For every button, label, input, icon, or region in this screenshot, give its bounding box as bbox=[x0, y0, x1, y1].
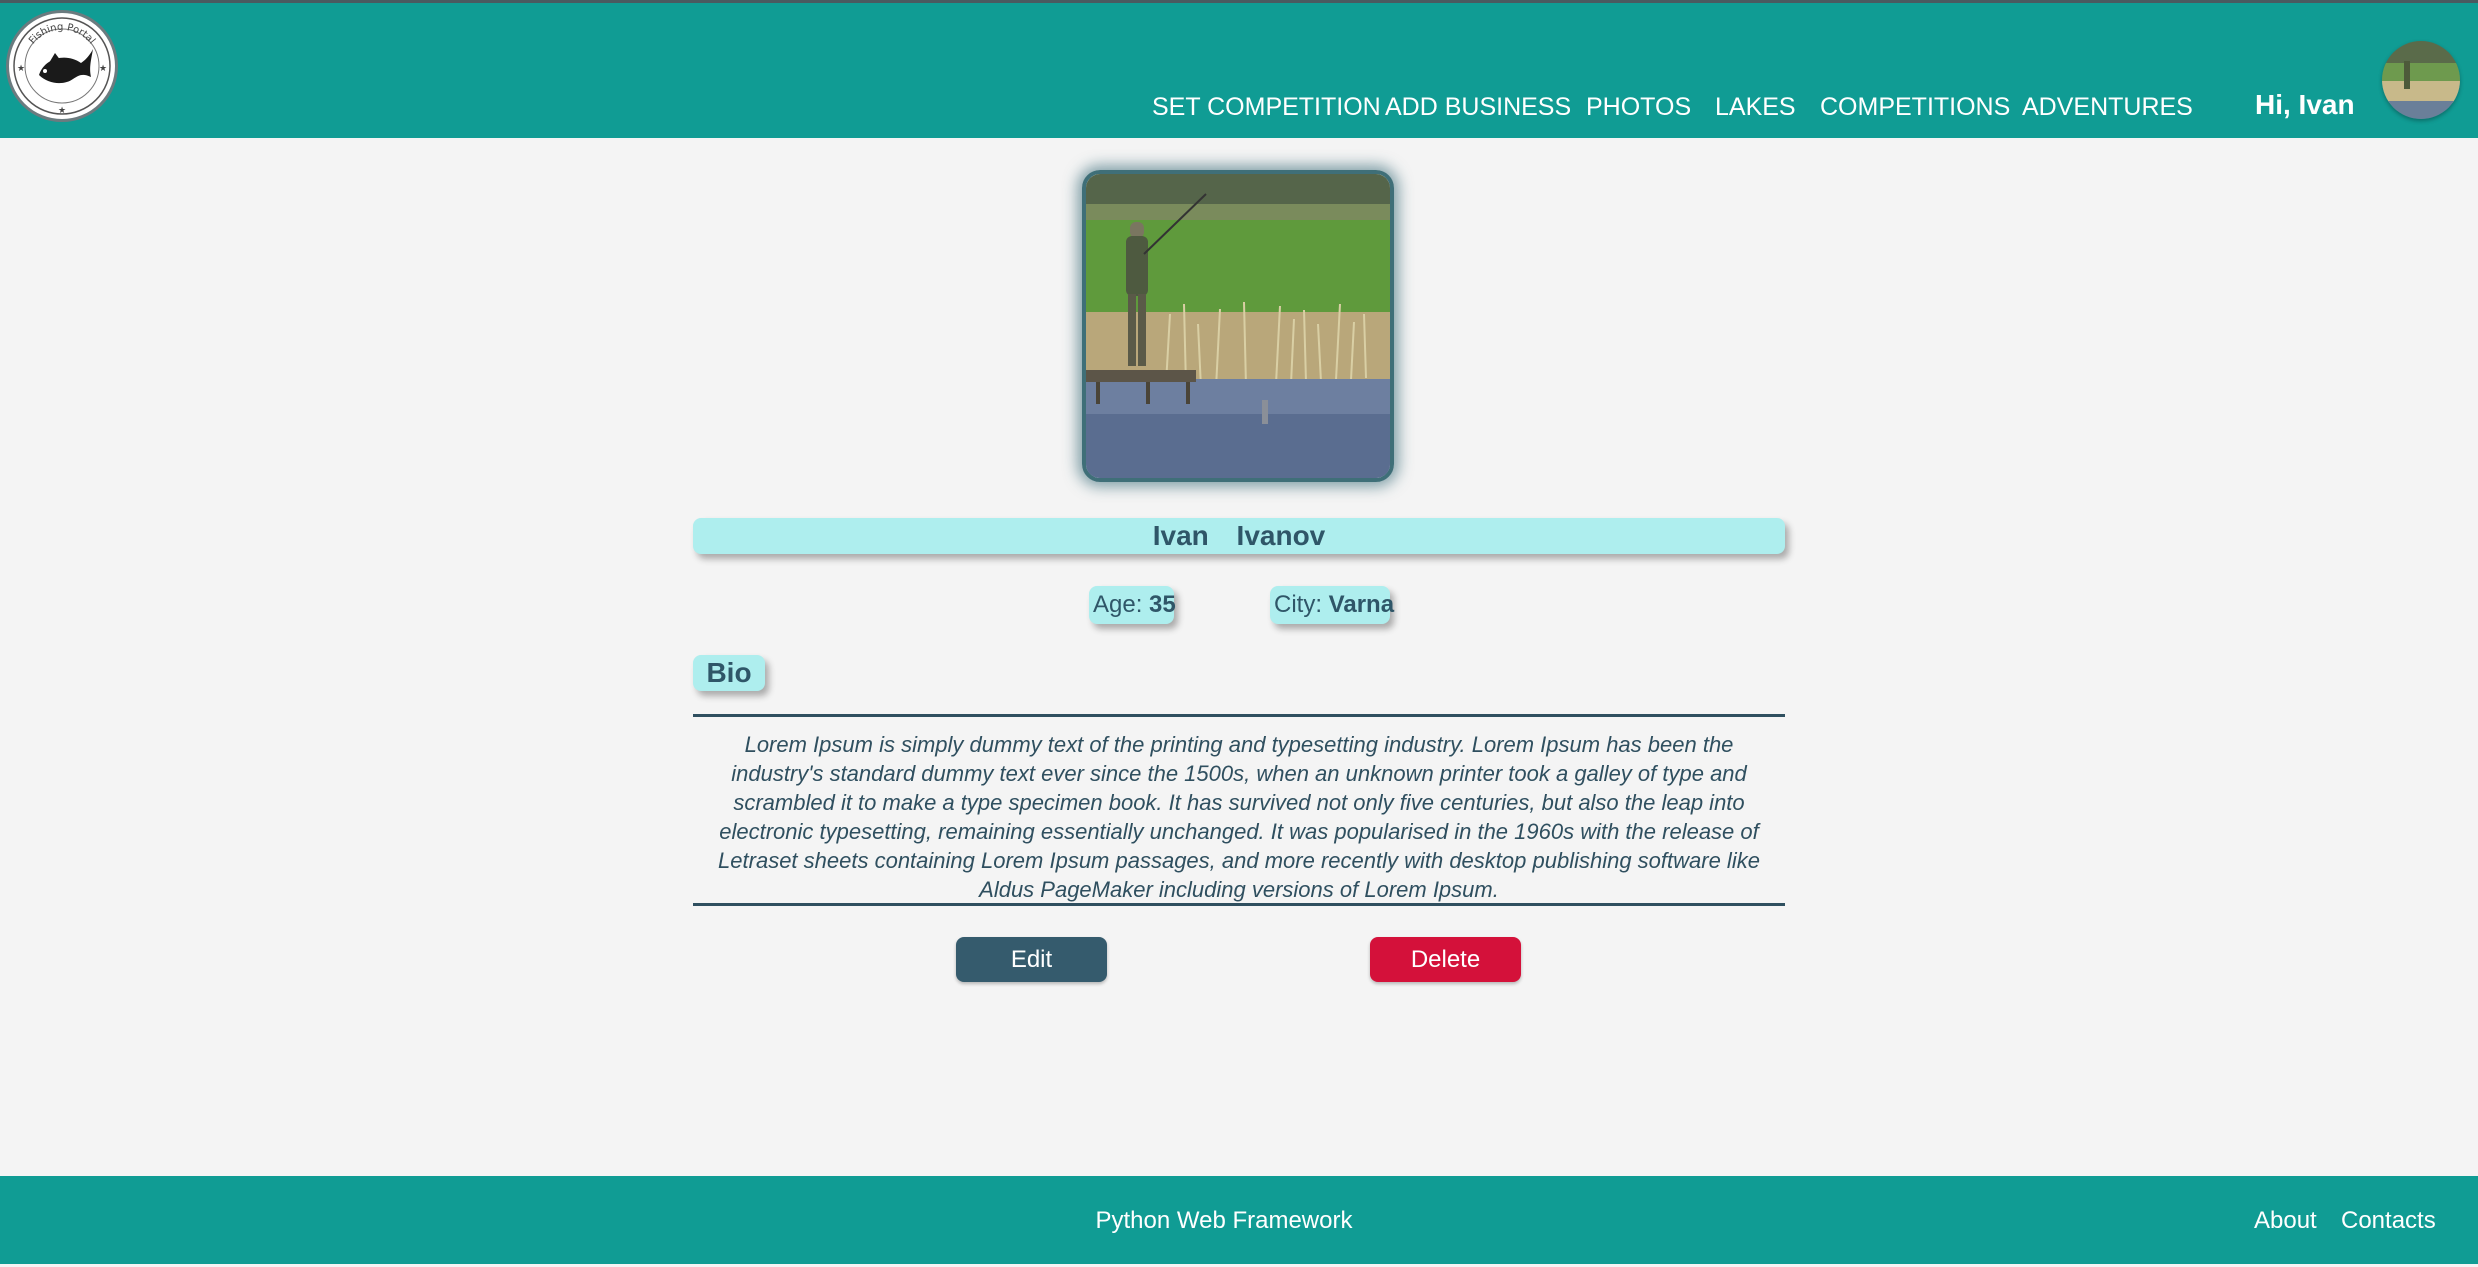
nav-add-business[interactable]: ADD BUSINESS bbox=[1385, 91, 1571, 123]
svg-text:★: ★ bbox=[17, 64, 25, 74]
bio-text: Lorem Ipsum is simply dummy text of the … bbox=[718, 732, 1760, 902]
user-avatar[interactable] bbox=[2382, 41, 2460, 119]
user-greeting: Hi, Ivan bbox=[2255, 89, 2355, 120]
delete-button[interactable]: Delete bbox=[1370, 937, 1521, 982]
fishing-portal-logo-icon[interactable]: Fishing Portal ★ ★ ★ bbox=[6, 10, 118, 122]
site-header: Fishing Portal ★ ★ ★ SET COMPETITION ADD… bbox=[0, 3, 2478, 138]
nav-set-competition[interactable]: SET COMPETITION bbox=[1152, 91, 1381, 123]
city-label: City: bbox=[1274, 591, 1322, 618]
nav-adventures[interactable]: ADVENTURES bbox=[2022, 91, 2193, 123]
svg-text:★: ★ bbox=[58, 106, 66, 116]
site-footer: Python Web Framework About Contacts bbox=[0, 1176, 2478, 1264]
nav-photos[interactable]: PHOTOS bbox=[1586, 91, 1691, 123]
age-value: 35 bbox=[1149, 591, 1176, 618]
nav-lakes[interactable]: LAKES bbox=[1715, 91, 1796, 123]
footer-tagline: Python Web Framework bbox=[1095, 1207, 1353, 1234]
age-badge: Age: 35 bbox=[1089, 586, 1176, 624]
edit-button[interactable]: Edit bbox=[956, 937, 1107, 982]
nav-competitions[interactable]: COMPETITIONS bbox=[1820, 91, 2010, 123]
age-label: Age: bbox=[1093, 591, 1143, 618]
footer-about-link[interactable]: About bbox=[2254, 1206, 2317, 1236]
profile-full-name: Ivan Ivanov bbox=[693, 518, 1785, 554]
bio-heading: Bio bbox=[693, 655, 765, 691]
city-value: Varna bbox=[1328, 591, 1395, 618]
profile-photo bbox=[1082, 170, 1394, 482]
city-badge: City: Varna bbox=[1270, 586, 1394, 624]
svg-text:★: ★ bbox=[99, 64, 107, 74]
profile-last-name: Ivanov bbox=[1236, 520, 1326, 551]
footer-contacts-link[interactable]: Contacts bbox=[2341, 1206, 2436, 1236]
bio-section: Lorem Ipsum is simply dummy text of the … bbox=[693, 714, 1785, 906]
profile-first-name: Ivan bbox=[1152, 520, 1209, 551]
